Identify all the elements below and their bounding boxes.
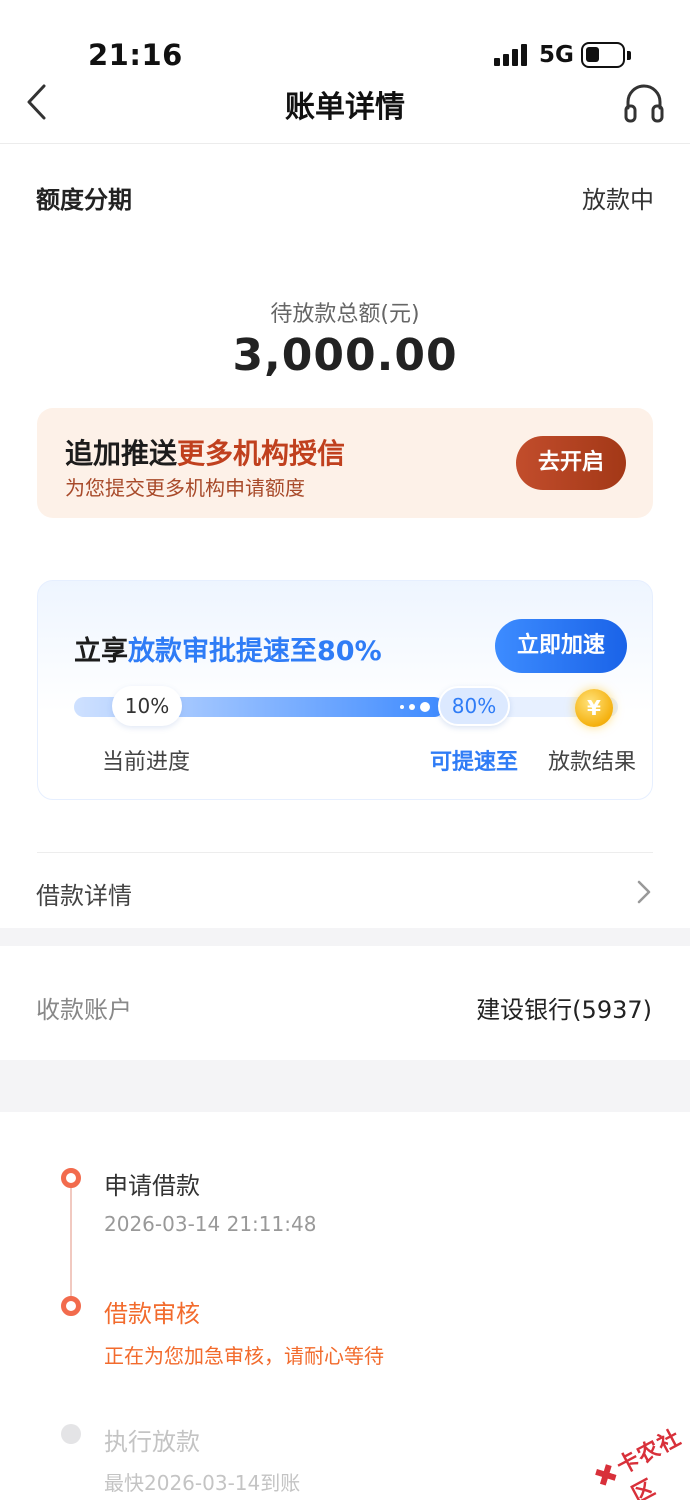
timeline-line xyxy=(70,1180,72,1306)
current-progress-label: 当前进度 xyxy=(102,750,191,775)
speed-title-highlight: 放款审批提速至80% xyxy=(128,636,382,667)
account-value: 建设银行(5937) xyxy=(476,996,652,1024)
current-progress-bubble: 10% xyxy=(112,686,182,726)
timeline-node-apply xyxy=(61,1168,81,1188)
speed-up-button[interactable]: 立即加速 xyxy=(495,619,627,673)
status-badge: 放款中 xyxy=(582,186,654,214)
timeline-subtitle-review: 正在为您加急审核，请耐心等待 xyxy=(104,1344,384,1368)
page-title: 账单详情 xyxy=(285,90,405,125)
target-progress-label: 可提速至 xyxy=(430,750,519,775)
account-row: 收款账户 建设银行(5937) xyxy=(0,946,690,1060)
timeline-node-review xyxy=(61,1296,81,1316)
loan-detail-label: 借款详情 xyxy=(36,882,132,910)
push-title-prefix: 追加推送 xyxy=(65,437,178,470)
speedup-card-title: 立享放款审批提速至80% xyxy=(74,629,382,668)
nav-bar: 账单详情 xyxy=(0,60,690,144)
section-gap xyxy=(0,1060,690,1112)
section-gap xyxy=(0,928,690,946)
speedup-card: 立享放款审批提速至80% 立即加速 10% 80% ¥ 当前进度 可提速至 放款… xyxy=(37,580,653,800)
timeline-title-apply: 申请借款 xyxy=(104,1172,200,1200)
product-name: 额度分期 xyxy=(36,186,132,214)
account-label: 收款账户 xyxy=(36,996,132,1024)
push-title-highlight: 更多机构授信 xyxy=(177,437,346,470)
loan-detail-row[interactable]: 借款详情 xyxy=(0,860,690,926)
divider xyxy=(37,852,653,853)
target-progress-bubble: 80% xyxy=(438,686,510,726)
headset-icon[interactable] xyxy=(622,82,666,126)
enable-push-button[interactable]: 去开启 xyxy=(516,436,626,490)
amount-value: 3,000.00 xyxy=(232,330,458,381)
speed-title-prefix: 立享 xyxy=(74,636,128,667)
push-card-title: 追加推送更多机构授信 xyxy=(65,432,345,472)
result-label: 放款结果 xyxy=(548,750,637,775)
timeline-subtitle-apply: 2026-03-14 21:11:48 xyxy=(104,1212,317,1236)
product-row: 额度分期 放款中 xyxy=(36,180,654,214)
timeline-title-disburse: 执行放款 xyxy=(104,1428,200,1456)
timeline-title-review: 借款审核 xyxy=(104,1300,200,1328)
push-card-subtitle: 为您提交更多机构申请额度 xyxy=(65,476,305,500)
amount-label: 待放款总额(元) xyxy=(270,302,420,327)
watermark-text: 卡农社区 xyxy=(612,1425,686,1500)
watermark-logo: ✖ 卡农社区 xyxy=(578,1400,690,1500)
timeline-subtitle-disburse: 最快2026-03-14到账 xyxy=(104,1471,301,1495)
push-card: 追加推送更多机构授信 为您提交更多机构申请额度 去开启 xyxy=(37,408,653,518)
yuan-coin-icon: ¥ xyxy=(575,689,613,727)
timeline-node-disburse xyxy=(61,1424,81,1444)
chevron-right-icon xyxy=(637,880,651,904)
